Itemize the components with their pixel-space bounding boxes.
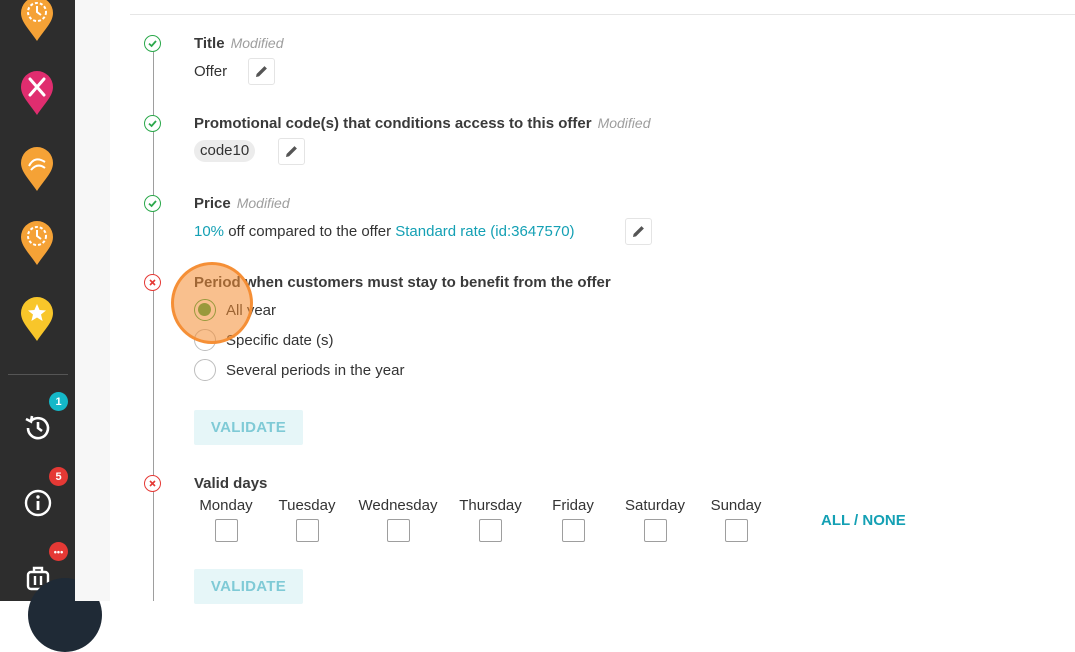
radio-label: Specific date (s): [226, 331, 334, 349]
promo-label-text: Promotional code(s) that conditions acce…: [194, 115, 592, 132]
radio-button[interactable]: [194, 359, 216, 381]
info-icon[interactable]: [22, 487, 54, 519]
valid-days-label: Valid days: [194, 475, 268, 492]
validate-period-button[interactable]: VALIDATE: [194, 410, 303, 445]
title-modified: Modified: [230, 35, 284, 51]
content-gutter: [75, 0, 110, 601]
title-value: Offer: [194, 63, 228, 80]
history-icon[interactable]: [22, 412, 54, 444]
day-friday: Friday: [546, 497, 600, 542]
sidebar-divider: [8, 374, 68, 375]
day-label: Monday: [199, 497, 253, 514]
price-modified: Modified: [236, 195, 290, 211]
all-none-toggle[interactable]: ALL / NONE: [821, 512, 906, 529]
pencil-icon: [256, 66, 267, 77]
day-saturday: Saturday: [619, 497, 691, 542]
checkbox[interactable]: [561, 519, 585, 542]
sidebar: 1 5 •••: [0, 0, 75, 601]
price-percent: 10%: [194, 223, 225, 240]
price-label-text: Price: [194, 195, 231, 212]
edit-promo-button[interactable]: [278, 138, 305, 165]
day-label: Friday: [552, 497, 594, 514]
checkbox[interactable]: [479, 519, 502, 542]
day-label: Saturday: [624, 497, 686, 514]
info-badge: 5: [49, 467, 68, 486]
radio-several-periods[interactable]: Several periods in the year: [194, 358, 404, 382]
promo-code-chip: code10: [194, 140, 256, 162]
error-icon: [144, 274, 161, 291]
day-monday: Monday: [194, 497, 258, 542]
timeline-line: [153, 52, 154, 601]
restaurant-pin-icon[interactable]: [19, 70, 55, 116]
spa-pin-icon[interactable]: [19, 146, 55, 192]
day-sunday: Sunday: [705, 497, 767, 542]
title-label-text: Title: [194, 35, 225, 52]
day-label: Sunday: [710, 497, 762, 514]
clock-pin-icon[interactable]: [19, 220, 55, 266]
checkbox[interactable]: [214, 519, 238, 542]
price-label: Price Modified: [194, 195, 290, 212]
title-label: Title Modified: [194, 35, 284, 52]
checkbox[interactable]: [724, 519, 748, 542]
pencil-icon: [286, 146, 297, 157]
day-wednesday: Wednesday: [354, 497, 442, 542]
radio-label: Several periods in the year: [226, 361, 405, 379]
click-highlight: [171, 262, 253, 344]
day-label: Thursday: [459, 497, 522, 514]
edit-title-button[interactable]: [248, 58, 275, 85]
promo-label: Promotional code(s) that conditions acce…: [194, 115, 650, 132]
check-icon: [144, 35, 161, 52]
day-tuesday: Tuesday: [274, 497, 340, 542]
header-divider: [130, 14, 1075, 15]
standard-rate-link[interactable]: Standard rate (id:3647570): [395, 223, 574, 240]
checkbox[interactable]: [386, 519, 410, 542]
day-label: Tuesday: [278, 497, 336, 514]
price-text: off compared to the offer: [224, 223, 396, 240]
history-badge: 1: [49, 392, 68, 411]
check-icon: [144, 195, 161, 212]
check-icon: [144, 115, 161, 132]
star-pin-icon[interactable]: [19, 296, 55, 342]
period-label: Period when customers must stay to benef…: [194, 274, 611, 291]
promo-modified: Modified: [597, 115, 651, 131]
edit-price-button[interactable]: [625, 218, 652, 245]
checkbox[interactable]: [643, 519, 667, 542]
luggage-badge: •••: [49, 542, 68, 561]
day-label: Wednesday: [358, 497, 438, 514]
price-value: 10% off compared to the offer Standard r…: [194, 223, 575, 240]
pencil-icon: [633, 226, 644, 237]
clock-pin-icon[interactable]: [19, 0, 55, 42]
day-thursday: Thursday: [454, 497, 527, 542]
error-icon: [144, 475, 161, 492]
validate-days-button[interactable]: VALIDATE: [194, 569, 303, 604]
checkbox[interactable]: [295, 519, 319, 542]
